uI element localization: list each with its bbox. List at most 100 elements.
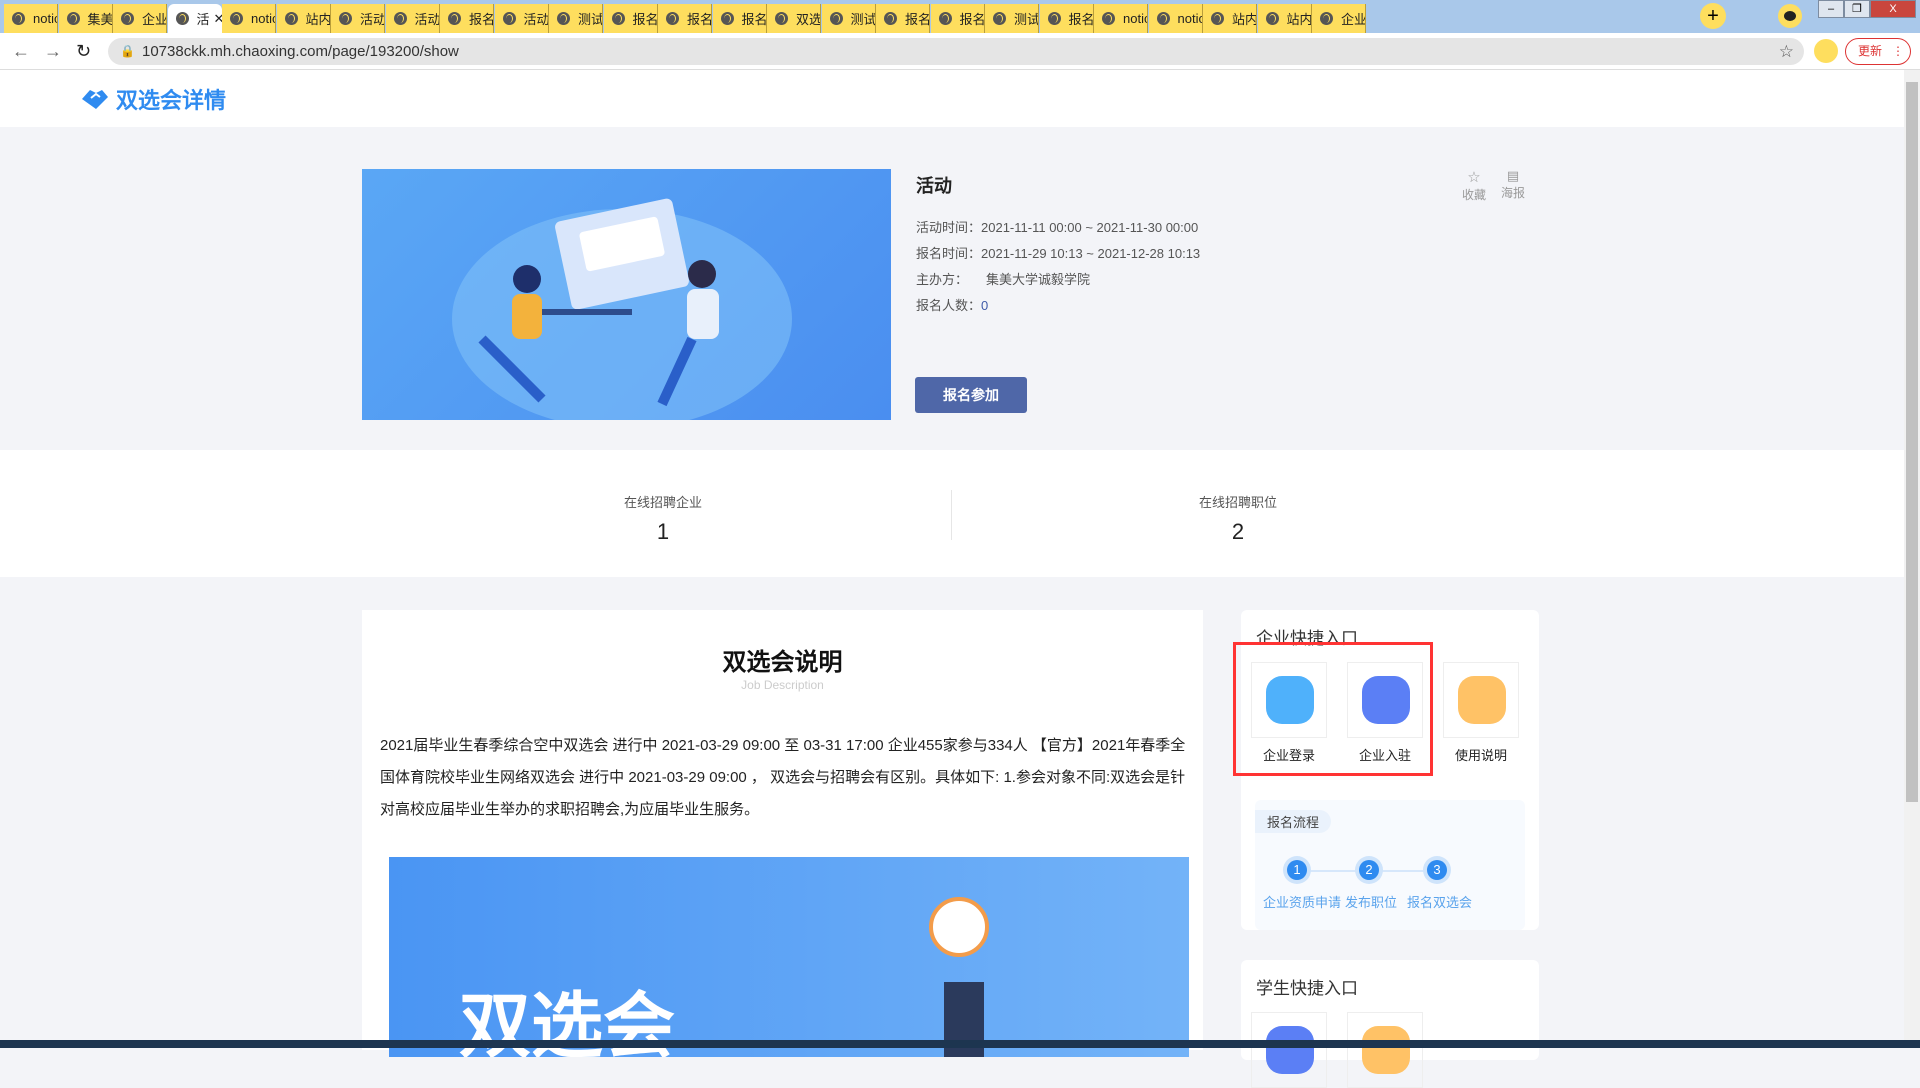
tab-title: 测试 [1014,12,1039,27]
browser-tab[interactable]: 企业 [113,4,167,33]
browser-tab[interactable]: 站内 [1203,4,1257,33]
description-subtitle: Job Description [741,678,824,692]
browser-tab[interactable]: 报名 [876,4,930,33]
browser-tab[interactable]: 报名 [603,4,658,33]
tab-title: 活动 [360,12,385,27]
globe-icon [775,12,788,25]
signup-button[interactable]: 报名参加 [915,377,1027,413]
browser-tab[interactable]: 测试 [549,4,603,33]
browser-tab[interactable]: 报名 [712,4,767,33]
step-1: 1 [1287,860,1307,880]
bookmark-star-icon[interactable]: ☆ [1779,38,1794,65]
forward-icon[interactable]: → [44,41,62,62]
globe-icon [284,12,298,25]
maximize-button[interactable]: ❐ [1844,0,1870,18]
scrollbar-thumb[interactable] [1906,82,1918,802]
globe-icon [611,12,625,25]
browser-tab[interactable]: 报名 [658,4,712,33]
browser-tab[interactable]: 站内 [1257,4,1312,33]
step-label: 报名双选会 [1407,895,1473,910]
tab-title: 测试 [850,12,876,27]
browser-tab[interactable]: 双选 [767,4,821,33]
browser-tab[interactable]: 活 ✕ [167,4,222,33]
tab-title: 报名 [469,12,494,27]
reload-icon[interactable]: ↻ [76,41,91,62]
step-label: 发布职位 [1345,895,1398,910]
star-icon: ☆ [1467,169,1481,186]
new-tab-button[interactable]: + [1700,3,1726,29]
tab-title: notic [33,11,58,26]
poster-label: 海报 [1500,186,1525,200]
tab-strip: notic 集美 企业活 ✕ notic 站内 活动 活动 报名 活动 测试 报名 报名 报名 双选 测试 报名… [0,0,1920,33]
url-input[interactable]: 🔒 10738ckk.mh.chaoxing.com/page/193200/s… [108,38,1804,65]
event-banner-image [362,169,891,420]
globe-icon [1211,12,1224,25]
minimize-button[interactable]: – [1818,0,1844,18]
handshake-icon [82,90,108,109]
row-label: 报名人数： [916,298,982,313]
row-label: 主办方： [916,272,969,287]
logo-text: 双选会详情 [116,88,227,113]
row-value: 2021-11-29 10:13 ~ 2021-12-28 10:13 [981,246,1201,261]
tile-label[interactable]: 使用说明 [1443,745,1519,764]
usage-guide-tile[interactable] [1443,662,1519,738]
browser-tab[interactable]: notic [1094,4,1148,33]
tab-title: 活动 [414,12,440,27]
divider [951,490,952,540]
step-3: 3 [1427,860,1447,880]
row-value: 2021-11-11 00:00 ~ 2021-11-30 00:00 [981,220,1199,235]
tab-title: 报名 [905,12,930,27]
tab-title: 站内 [1286,12,1312,27]
tab-title: 站内 [305,12,331,27]
browser-tab[interactable]: 站内 [276,4,331,33]
globe-icon [339,12,352,25]
stat-value: 1 [656,519,670,544]
tab-title: 企业 [1341,12,1366,27]
globe-icon [1102,12,1115,25]
browser-tab[interactable]: 活动 [494,4,549,33]
tab-title: 双选 [796,12,821,27]
browser-tab[interactable]: 报名 [930,4,985,33]
browser-tab[interactable]: notic [1148,4,1203,33]
globe-icon [448,12,461,25]
close-window-button[interactable]: X [1870,0,1916,18]
step-label: 企业资质申请 [1263,895,1342,910]
browser-tab[interactable]: notic [4,4,58,33]
page-header: 双选会详情 [0,70,1904,127]
globe-icon [938,12,952,25]
stat-positions: 在线招聘职位 2 [1088,492,1388,545]
tab-search-icon[interactable] [1778,4,1802,28]
close-tab-icon[interactable]: ✕ [214,11,222,27]
stat-companies: 在线招聘企业 1 [513,492,813,545]
browser-tab[interactable]: 报名 [440,4,494,33]
logo[interactable]: 双选会详情 [80,83,226,115]
menu-icon: ⋮ [1892,44,1905,58]
tab-title: notic [1123,11,1148,26]
poster-button[interactable]: ▤ 海报 [1498,168,1528,201]
favorite-label: 收藏 [1461,188,1486,202]
browser-tab[interactable]: 测试 [821,4,876,33]
tab-title: 集美 [87,12,113,27]
tab-title: 报名 [632,12,658,27]
browser-tab[interactable]: 活动 [385,4,440,33]
process-title: 报名流程 [1255,810,1332,833]
browser-tab[interactable]: 测试 [985,4,1039,33]
globe-icon [393,12,407,25]
browser-tab[interactable]: 报名 [1039,4,1094,33]
tab-title: 活动 [523,12,549,27]
student-tile[interactable] [1347,1012,1423,1088]
update-button[interactable]: 更新 ⋮ [1845,38,1911,65]
favorite-button[interactable]: ☆ 收藏 [1459,168,1489,203]
stat-label: 在线招聘职位 [1198,495,1277,510]
browser-tab[interactable]: 企业 [1312,4,1366,33]
student-tile[interactable] [1251,1012,1327,1088]
globe-icon [502,12,516,25]
description-title: 双选会说明 [722,649,843,676]
browser-tab[interactable]: 活动 [331,4,385,33]
back-icon[interactable]: ← [12,41,30,62]
profile-avatar[interactable] [1814,39,1838,63]
stat-label: 在线招聘企业 [623,495,702,510]
globe-icon [720,12,734,25]
browser-tab[interactable]: 集美 [58,4,113,33]
browser-tab[interactable]: notic [222,4,276,33]
